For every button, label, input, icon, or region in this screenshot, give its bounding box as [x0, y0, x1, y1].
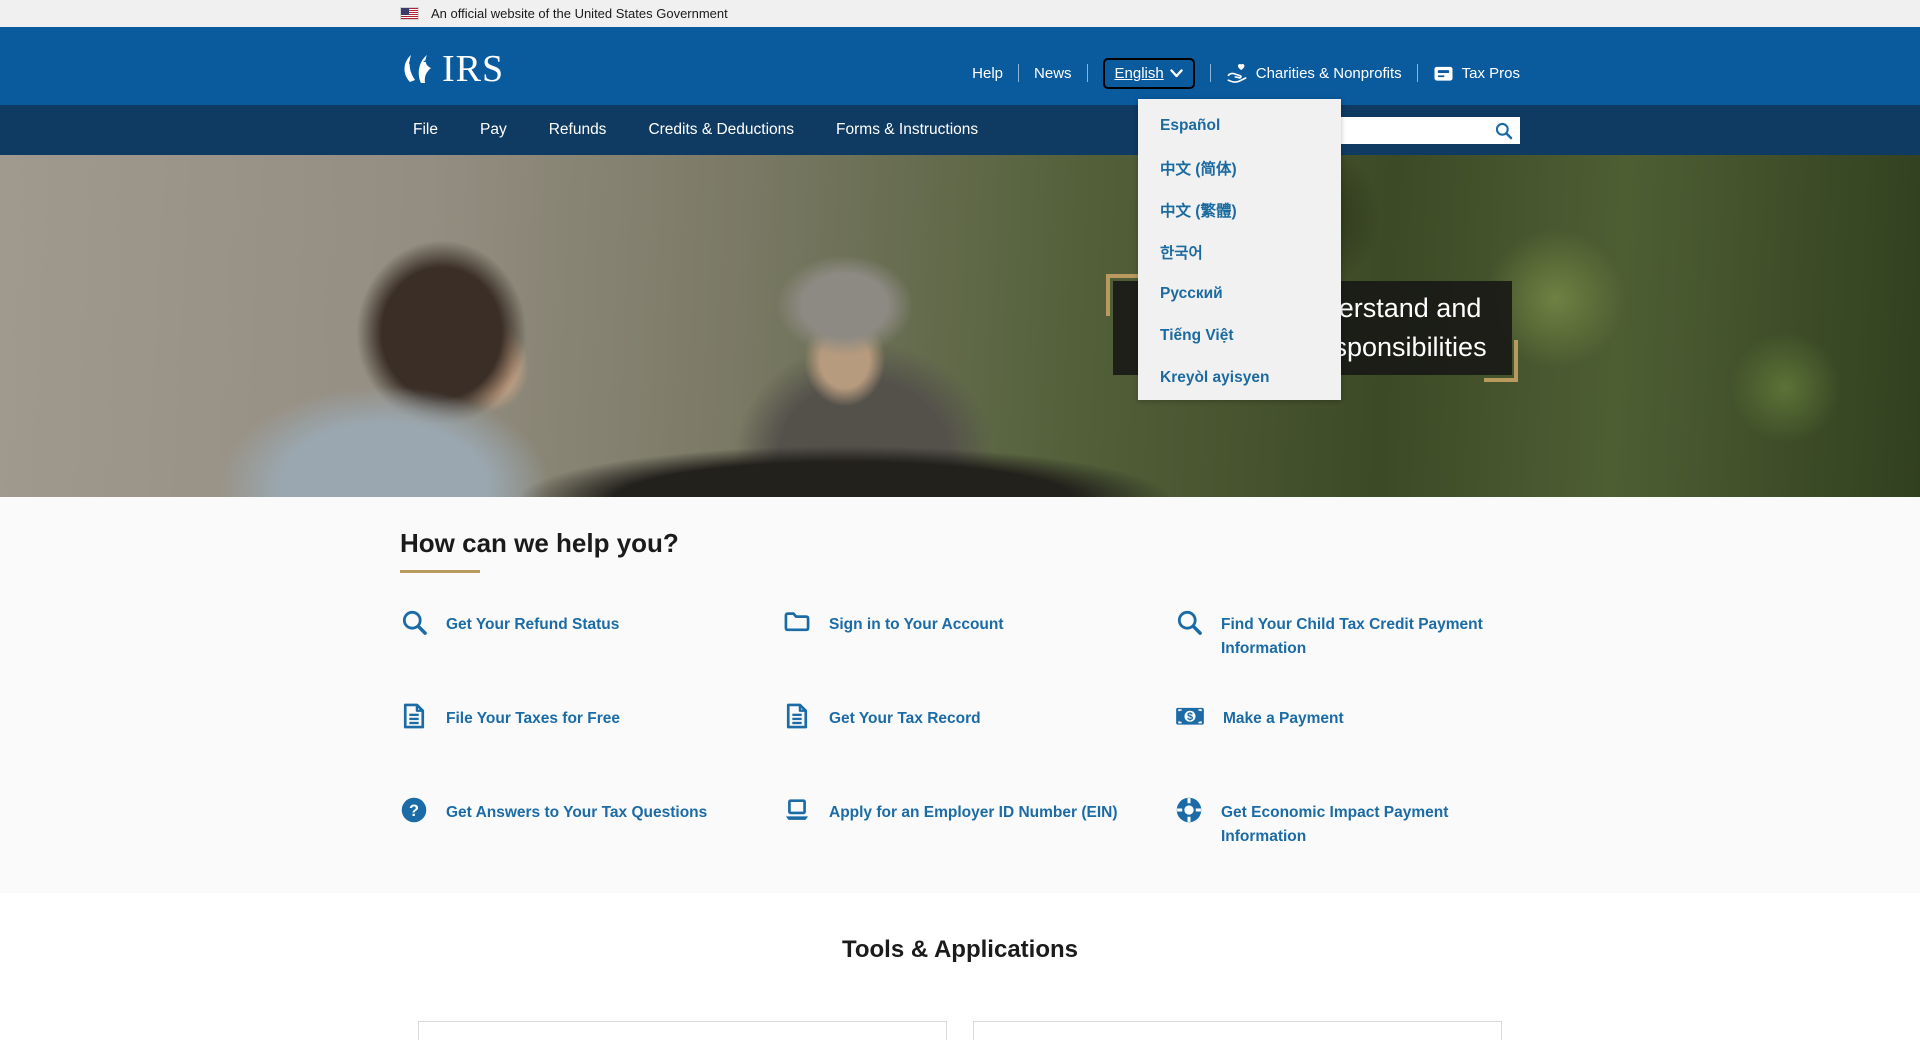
search-icon — [400, 608, 428, 636]
separator — [1210, 64, 1211, 82]
economic-impact-payment-link[interactable]: Get Economic Impact Payment Information — [1175, 798, 1520, 854]
chevron-down-icon — [1170, 69, 1183, 78]
question-circle-icon: ? — [400, 796, 428, 824]
search-icon — [1494, 121, 1513, 140]
nav-item-file[interactable]: File — [400, 105, 459, 155]
news-link[interactable]: News — [1034, 65, 1072, 82]
tools-cards-row — [0, 1021, 1920, 1040]
irs-wordmark: IRS — [442, 50, 504, 88]
tax-pros-label: Tax Pros — [1462, 65, 1520, 82]
language-option-chinese-simplified[interactable]: 中文 (简体) — [1138, 147, 1341, 189]
separator — [1417, 64, 1418, 82]
life-ring-icon — [1175, 796, 1203, 824]
language-option-espanol[interactable]: Español — [1138, 105, 1341, 147]
help-section-title: How can we help you? — [400, 528, 1520, 559]
file-taxes-free-link[interactable]: File Your Taxes for Free — [400, 704, 783, 760]
language-menu: Español 中文 (简体) 中文 (繁體) 한국어 Русский Tiến… — [1138, 99, 1341, 400]
child-tax-credit-link[interactable]: Find Your Child Tax Credit Payment Infor… — [1175, 610, 1520, 666]
hero-image: Helping you understand and meet your tax… — [0, 155, 1920, 497]
irs-logo[interactable]: IRS — [400, 48, 504, 88]
gov-banner: An official website of the United States… — [0, 0, 1920, 27]
hand-heart-icon — [1226, 63, 1248, 83]
tools-card — [418, 1021, 947, 1040]
gold-underline — [400, 570, 480, 573]
tax-pros-link[interactable]: Tax Pros — [1433, 64, 1520, 83]
language-option-korean[interactable]: 한국어 — [1138, 231, 1341, 273]
language-option-russian[interactable]: Русский — [1138, 273, 1341, 315]
tools-section: Tools & Applications — [0, 893, 1920, 1040]
language-option-chinese-traditional[interactable]: 中文 (繁體) — [1138, 189, 1341, 231]
tools-card — [973, 1021, 1502, 1040]
main-nav: File Pay Refunds Credits & Deductions Fo… — [0, 105, 1920, 155]
make-payment-link[interactable]: $ Make a Payment — [1175, 704, 1520, 760]
id-badge-icon — [1433, 64, 1454, 83]
us-flag-icon — [400, 7, 419, 20]
tools-section-title: Tools & Applications — [0, 893, 1920, 964]
refund-status-link[interactable]: Get Your Refund Status — [400, 610, 783, 666]
svg-text:?: ? — [409, 802, 419, 820]
search-icon — [1175, 608, 1203, 636]
document-icon — [783, 702, 811, 730]
language-option-vietnamese[interactable]: Tiếng Việt — [1138, 315, 1341, 357]
svg-text:$: $ — [1187, 711, 1193, 723]
charities-nonprofits-label: Charities & Nonprofits — [1256, 65, 1402, 82]
language-option-haitian-creole[interactable]: Kreyòl ayisyen — [1138, 357, 1341, 399]
help-section: How can we help you? Get Your Refund Sta… — [0, 497, 1920, 893]
separator — [1018, 64, 1019, 82]
gov-banner-text: An official website of the United States… — [431, 6, 728, 21]
apply-ein-link[interactable]: Apply for an Employer ID Number (EIN) — [783, 798, 1175, 854]
sign-in-account-link[interactable]: Sign in to Your Account — [783, 610, 1175, 666]
search-button[interactable] — [1486, 117, 1520, 144]
language-dropdown-button[interactable]: English — [1103, 58, 1195, 89]
nav-item-credits-deductions[interactable]: Credits & Deductions — [627, 105, 815, 155]
nav-item-pay[interactable]: Pay — [459, 105, 528, 155]
nav-item-forms-instructions[interactable]: Forms & Instructions — [815, 105, 999, 155]
separator — [1087, 64, 1088, 82]
document-icon — [400, 702, 428, 730]
help-links-grid: Get Your Refund Status Sign in to Your A… — [400, 610, 1520, 854]
help-link[interactable]: Help — [972, 65, 1003, 82]
folder-icon — [783, 608, 811, 636]
header-utility-nav: Help News English Charities & Nonprofits — [972, 55, 1520, 91]
tax-questions-link[interactable]: ? Get Answers to Your Tax Questions — [400, 798, 783, 854]
laptop-icon — [783, 796, 811, 824]
tax-record-link[interactable]: Get Your Tax Record — [783, 704, 1175, 760]
site-header: IRS Help News English Ch — [0, 27, 1920, 105]
language-current-label: English — [1115, 65, 1164, 82]
dollar-bill-icon: $ — [1175, 702, 1205, 730]
charities-nonprofits-link[interactable]: Charities & Nonprofits — [1226, 63, 1402, 83]
irs-eagle-icon — [400, 48, 440, 88]
nav-item-refunds[interactable]: Refunds — [528, 105, 628, 155]
